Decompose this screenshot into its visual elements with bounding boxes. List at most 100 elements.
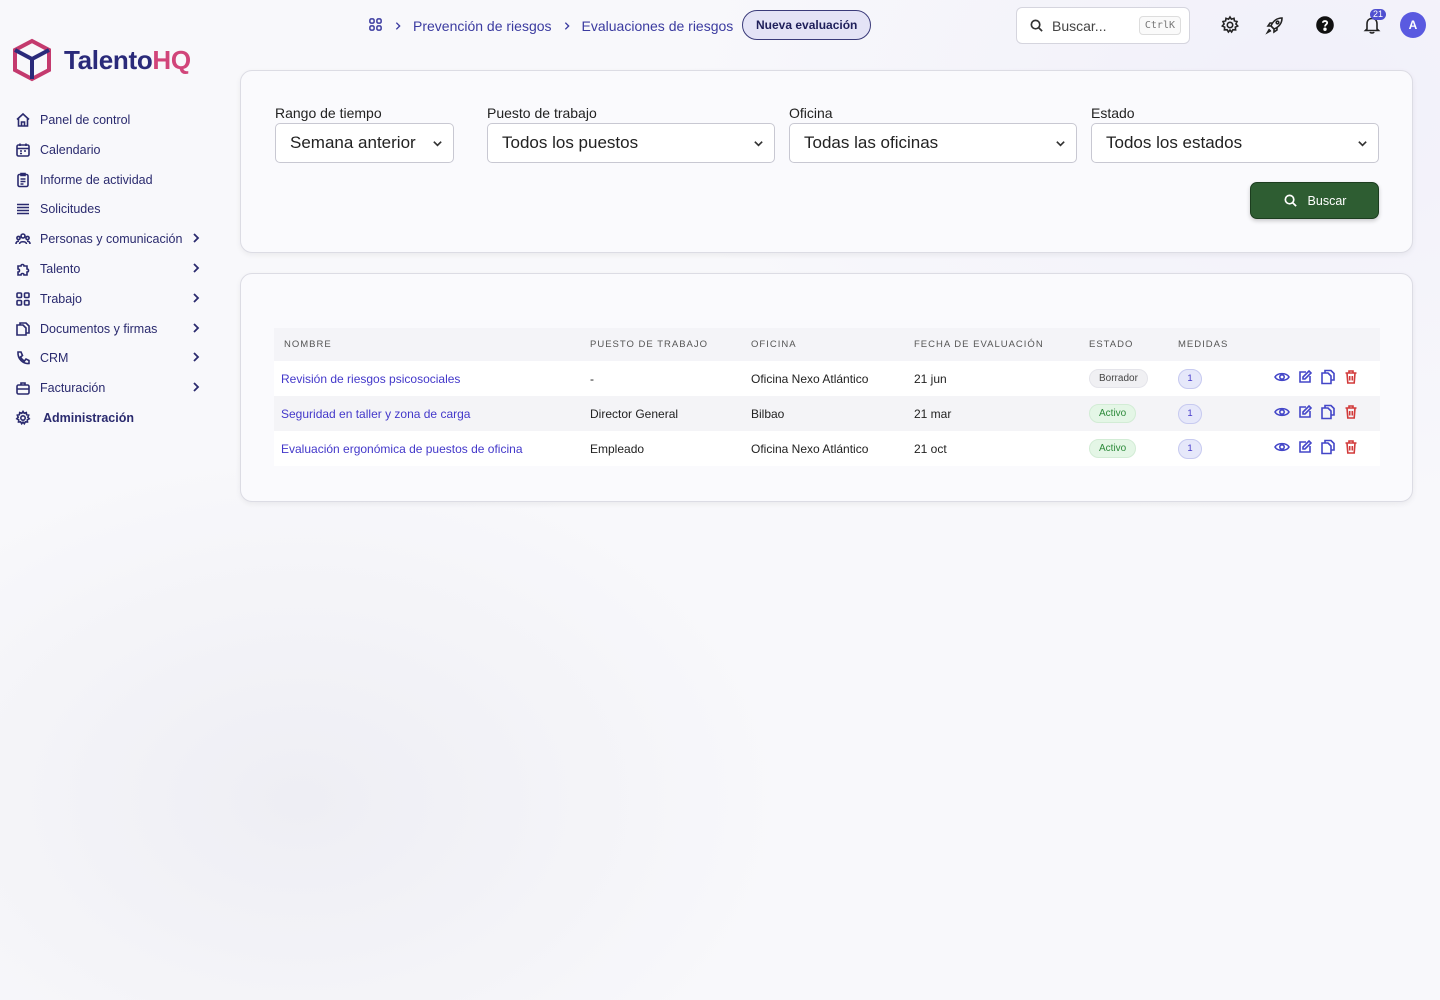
chevron-down-icon <box>1358 140 1367 147</box>
sidebar-item-people[interactable]: Personas y comunicación <box>14 225 204 253</box>
sidebar: TalentoHQ Panel de control Calendario In… <box>0 0 220 1000</box>
measures-count[interactable]: 1 <box>1178 368 1202 389</box>
filter-time-label: Rango de tiempo <box>275 105 382 121</box>
documents-icon <box>14 320 32 338</box>
logo-text: TalentoHQ <box>64 44 191 75</box>
breadcrumb-page[interactable]: Evaluaciones de riesgos <box>582 18 734 34</box>
table-row: Revisión de riesgos psicosociales - Ofic… <box>274 361 1380 396</box>
phone-icon <box>14 349 32 367</box>
assessment-name-link[interactable]: Revisión de riesgos psicosociales <box>274 361 590 396</box>
sidebar-item-calendar[interactable]: Calendario <box>14 136 204 164</box>
sidebar-item-billing[interactable]: Facturación <box>14 374 204 402</box>
breadcrumb-separator-icon <box>393 18 403 34</box>
row-date: 21 jun <box>914 371 947 386</box>
status-badge: Borrador <box>1089 369 1148 388</box>
delete-trash-icon[interactable] <box>1343 369 1359 388</box>
assessments-table: NOMBRE PUESTO DE TRABAJO OFICINA FECHA D… <box>274 328 1380 466</box>
briefcase-icon <box>14 379 32 397</box>
search-input[interactable] <box>1052 17 1136 34</box>
edit-pencil-icon[interactable] <box>1297 369 1313 388</box>
column-header-measures[interactable]: MEDIDAS <box>1178 328 1274 361</box>
measures-count[interactable]: 1 <box>1178 403 1202 424</box>
edit-pencil-icon[interactable] <box>1297 404 1313 423</box>
view-eye-icon[interactable] <box>1274 369 1290 388</box>
chevron-right-icon <box>190 381 204 395</box>
help-icon[interactable] <box>1313 13 1337 37</box>
user-avatar[interactable]: A <box>1400 12 1426 38</box>
filter-job: Puesto de trabajo Todos los puestos <box>487 105 775 163</box>
sidebar-item-documents[interactable]: Documentos y firmas <box>14 315 204 343</box>
edit-pencil-icon[interactable] <box>1297 439 1313 458</box>
sidebar-item-work[interactable]: Trabajo <box>14 285 204 313</box>
time-range-select[interactable]: Semana anterior <box>275 123 454 163</box>
delete-trash-icon[interactable] <box>1343 404 1359 423</box>
filter-job-label: Puesto de trabajo <box>487 105 597 121</box>
view-eye-icon[interactable] <box>1274 439 1290 458</box>
chevron-right-icon <box>190 322 204 336</box>
status-badge: Activo <box>1089 439 1137 458</box>
assessments-card: NOMBRE PUESTO DE TRABAJO OFICINA FECHA D… <box>240 273 1413 502</box>
status-badge: Activo <box>1089 404 1137 423</box>
sidebar-item-talent[interactable]: Talento <box>14 255 204 283</box>
row-office: Oficina Nexo Atlántico <box>751 371 869 386</box>
column-header-actions <box>1274 328 1380 361</box>
breadcrumb: Prevención de riesgos Evaluaciones de ri… <box>368 14 733 38</box>
sidebar-nav: Panel de control Calendario Informe de a… <box>14 106 204 434</box>
breadcrumb-section[interactable]: Prevención de riesgos <box>413 18 552 34</box>
row-office: Bilbao <box>751 406 785 421</box>
filter-time-range: Rango de tiempo Semana anterior <box>275 105 454 163</box>
sidebar-item-admin[interactable]: Administración <box>14 404 204 432</box>
job-select[interactable]: Todos los puestos <box>487 123 775 163</box>
notifications-bell-icon[interactable]: 21 <box>1360 9 1386 37</box>
filter-office-label: Oficina <box>789 105 833 121</box>
apps-grid-icon[interactable] <box>368 17 383 35</box>
notifications-badge: 21 <box>1369 9 1386 20</box>
column-header-date[interactable]: FECHA DE EVALUACIÓN <box>914 328 1089 361</box>
settings-gear-icon[interactable] <box>1218 13 1242 37</box>
column-header-job[interactable]: PUESTO DE TRABAJO <box>590 328 751 361</box>
search-icon <box>1284 194 1297 207</box>
header-actions: 21 <box>1218 9 1386 37</box>
filter-status: Estado Todos los estados <box>1091 105 1379 163</box>
sidebar-item-crm[interactable]: CRM <box>14 344 204 372</box>
measures-count[interactable]: 1 <box>1178 438 1202 459</box>
row-actions <box>1274 439 1380 458</box>
column-header-status[interactable]: ESTADO <box>1089 328 1178 361</box>
column-header-name[interactable]: NOMBRE <box>274 328 590 361</box>
assessment-name-link[interactable]: Evaluación ergonómica de puestos de ofic… <box>274 431 590 466</box>
sidebar-item-requests[interactable]: Solicitudes <box>14 195 204 223</box>
people-icon <box>14 230 32 248</box>
table-row: Evaluación ergonómica de puestos de ofic… <box>274 431 1380 466</box>
calendar-icon <box>14 141 32 159</box>
search-icon <box>1030 19 1043 32</box>
logo-cube-icon <box>13 38 51 82</box>
office-select[interactable]: Todas las oficinas <box>789 123 1077 163</box>
gear-icon <box>14 409 32 427</box>
list-icon <box>14 200 32 218</box>
chevron-down-icon <box>754 140 763 147</box>
assessment-name-link[interactable]: Seguridad en taller y zona de carga <box>274 396 590 431</box>
column-header-office[interactable]: OFICINA <box>751 328 914 361</box>
rocket-icon[interactable] <box>1263 13 1287 37</box>
row-date: 21 mar <box>914 406 952 421</box>
sidebar-item-activity-report[interactable]: Informe de actividad <box>14 166 204 194</box>
status-select[interactable]: Todos los estados <box>1091 123 1379 163</box>
sidebar-item-panel[interactable]: Panel de control <box>14 106 204 134</box>
global-search[interactable]: CtrlK <box>1016 7 1190 44</box>
new-assessment-button[interactable]: Nueva evaluación <box>742 10 872 40</box>
chevron-right-icon <box>190 351 204 365</box>
chevron-right-icon <box>190 262 204 276</box>
chevron-down-icon <box>1056 140 1065 147</box>
grid-icon <box>14 290 32 308</box>
duplicate-copy-icon[interactable] <box>1320 404 1336 423</box>
duplicate-copy-icon[interactable] <box>1320 439 1336 458</box>
row-job: - <box>590 371 594 386</box>
search-button[interactable]: Buscar <box>1250 182 1379 219</box>
view-eye-icon[interactable] <box>1274 404 1290 423</box>
logo[interactable]: TalentoHQ <box>12 38 191 82</box>
puzzle-icon <box>14 260 32 278</box>
delete-trash-icon[interactable] <box>1343 439 1359 458</box>
duplicate-copy-icon[interactable] <box>1320 369 1336 388</box>
chevron-down-icon <box>433 140 442 147</box>
row-actions <box>1274 404 1380 423</box>
